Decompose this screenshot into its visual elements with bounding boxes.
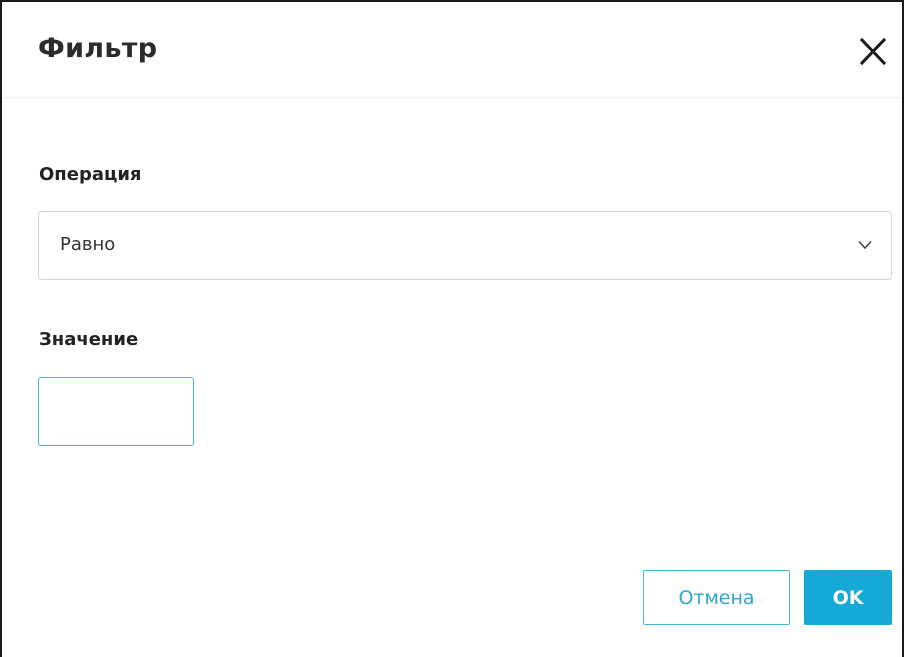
filter-dialog: Фильтр Операция Равно Значение Отмена OK (0, 0, 904, 657)
cancel-button[interactable]: Отмена (643, 570, 790, 625)
dialog-title: Фильтр (38, 33, 158, 64)
ok-button[interactable]: OK (804, 570, 892, 625)
value-input[interactable] (38, 377, 194, 446)
close-icon (859, 37, 887, 66)
value-label: Значение (39, 329, 139, 350)
chevron-down-icon (858, 240, 872, 250)
operation-select[interactable]: Равно (38, 211, 892, 280)
operation-label: Операция (39, 164, 142, 185)
dialog-header: Фильтр (2, 2, 902, 98)
close-button[interactable] (857, 34, 889, 68)
operation-select-value: Равно (60, 234, 116, 255)
